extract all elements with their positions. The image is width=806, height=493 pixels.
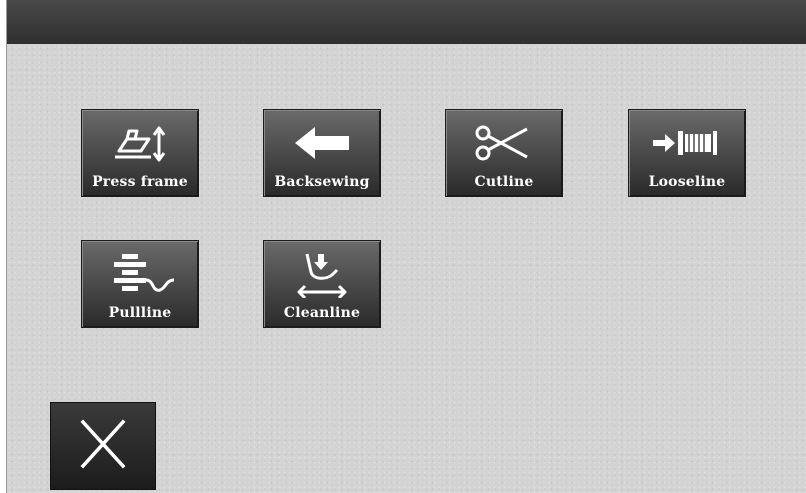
loose-thread-icon [629, 118, 745, 168]
close-button[interactable] [50, 402, 156, 490]
pullline-label: Pullline [108, 305, 172, 321]
left-arrow-icon [264, 118, 380, 168]
title-bar [7, 0, 806, 44]
backsewing-label: Backsewing [274, 174, 370, 190]
cleanline-label: Cleanline [283, 305, 361, 321]
cleanline-button[interactable]: Cleanline [263, 240, 381, 328]
panel: Press frame Backsewing Cutline Looseline… [6, 0, 806, 493]
pullline-button[interactable]: Pullline [81, 240, 199, 328]
press-frame-label: Press frame [92, 174, 188, 190]
press-frame-button[interactable]: Press frame [81, 109, 199, 197]
cutline-button[interactable]: Cutline [445, 109, 563, 197]
looseline-label: Looseline [648, 174, 726, 190]
clean-thread-icon [264, 249, 380, 299]
close-icon [73, 414, 133, 478]
backsewing-button[interactable]: Backsewing [263, 109, 381, 197]
scissors-icon [446, 118, 562, 168]
pull-thread-icon [82, 249, 198, 299]
cutline-label: Cutline [474, 174, 534, 190]
looseline-button[interactable]: Looseline [628, 109, 746, 197]
press-frame-icon [82, 118, 198, 168]
